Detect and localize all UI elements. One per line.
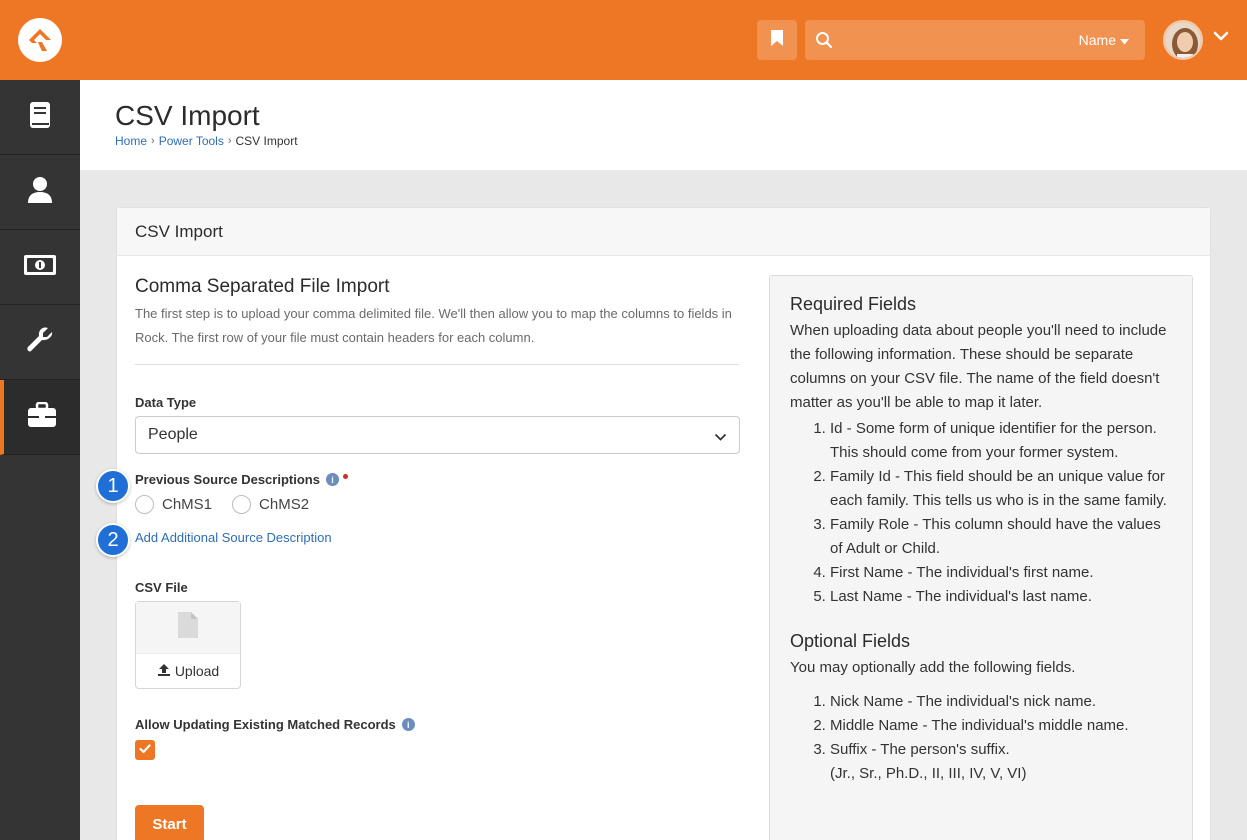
callout-badge-1: 1 (96, 469, 130, 503)
person-icon (27, 176, 53, 209)
chevron-right-icon: › (227, 135, 232, 147)
sidebar (0, 80, 80, 840)
field-info-box: Required Fields When uploading data abou… (769, 275, 1193, 840)
required-fields-list: Id - Some form of unique identifier for … (790, 417, 1172, 609)
callout-badge-2: 2 (96, 523, 130, 557)
search-filter-dropdown[interactable]: Name (1079, 32, 1129, 48)
info-icon[interactable]: i (401, 718, 415, 731)
list-item: First Name - The individual's first name… (830, 561, 1172, 585)
breadcrumb-home[interactable]: Home (115, 134, 147, 148)
previous-source-label: Previous Source Descriptions (135, 472, 320, 487)
money-icon (23, 254, 57, 281)
optional-fields-intro: You may optionally add the following fie… (790, 659, 1076, 676)
radio-button[interactable] (232, 495, 252, 514)
upload-button[interactable]: Upload (136, 654, 240, 688)
radio-label: ChMS1 (162, 496, 213, 513)
optional-fields-title: Optional Fields (790, 631, 911, 651)
top-bar: Name (0, 0, 1247, 80)
list-item: Family Id - This field should be an uniq… (830, 465, 1172, 513)
data-type-label: Data Type (135, 395, 197, 410)
caret-down-icon (1120, 32, 1129, 48)
book-icon (28, 101, 52, 134)
form-title: Comma Separated File Import (135, 276, 390, 297)
radio-label: ChMS2 (259, 496, 310, 513)
radio-button[interactable] (135, 495, 154, 514)
divider (135, 364, 739, 365)
previous-source-group: Previous Source Descriptions i ChMS1 ChM… (135, 472, 739, 514)
required-indicator (342, 474, 348, 479)
sidebar-item-content[interactable] (0, 80, 80, 155)
list-item: Id - Some form of unique identifier for … (830, 417, 1172, 465)
csv-file-group: CSV File Upload (135, 580, 739, 689)
file-icon (177, 611, 199, 644)
list-item: Family Role - This column should have th… (830, 513, 1172, 561)
breadcrumb: Home › Power Tools › CSV Import (115, 134, 298, 148)
optional-fields-list: Nick Name - The individual's nick name. … (790, 690, 1172, 786)
allow-update-checkbox[interactable] (135, 740, 155, 760)
csv-import-panel: CSV Import Comma Separated File Import T… (116, 207, 1211, 840)
previous-source-label-row: Previous Source Descriptions i (135, 472, 739, 487)
list-item: Middle Name - The individual's middle na… (830, 714, 1172, 738)
rock-logo-icon[interactable] (18, 18, 62, 62)
briefcase-icon (27, 401, 57, 433)
allow-update-group: Allow Updating Existing Matched Records … (135, 717, 739, 760)
list-item: Suffix - The person's suffix. (Jr., Sr.,… (830, 738, 1172, 786)
form-description: The first step is to upload your comma d… (135, 306, 732, 345)
list-item-text: Suffix - The person's suffix. (830, 741, 1010, 758)
search-filter-label: Name (1078, 32, 1116, 48)
panel-heading: CSV Import (117, 208, 1210, 256)
allow-update-label-row: Allow Updating Existing Matched Records … (135, 717, 739, 732)
start-button[interactable]: Start (135, 805, 204, 840)
bookmark-button[interactable] (757, 20, 797, 60)
sidebar-item-admin-tools[interactable] (0, 305, 80, 380)
sidebar-item-tools[interactable] (0, 380, 80, 455)
sidebar-item-finance[interactable] (0, 230, 80, 305)
suffix-note: (Jr., Sr., Ph.D., II, III, IV, V, VI) (830, 765, 1027, 782)
add-source-description-link[interactable]: Add Additional Source Description (135, 530, 332, 545)
allow-update-label: Allow Updating Existing Matched Records (135, 717, 396, 732)
breadcrumb-power-tools[interactable]: Power Tools (159, 134, 224, 148)
avatar[interactable] (1163, 20, 1203, 60)
required-fields-title: Required Fields (790, 294, 917, 314)
data-type-group: Data Type People (135, 395, 740, 454)
csv-file-label: CSV File (135, 580, 188, 595)
file-upload-box[interactable]: Upload (135, 601, 241, 689)
import-form: Comma Separated File Import The first st… (135, 276, 740, 840)
page-title: CSV Import (115, 100, 260, 131)
list-item: Nick Name - The individual's nick name. (830, 690, 1172, 714)
data-type-select[interactable]: People (135, 416, 740, 454)
search-input[interactable] (845, 20, 1065, 60)
page-header: CSV Import Home › Power Tools › CSV Impo… (80, 80, 1247, 170)
chevron-down-icon[interactable] (1213, 30, 1229, 48)
source-radio-group: ChMS1 ChMS2 (135, 495, 739, 514)
radio-chms2[interactable]: ChMS2 (232, 495, 309, 514)
file-placeholder (136, 602, 240, 654)
bookmark-icon (770, 29, 784, 52)
data-type-value: People (148, 426, 198, 443)
chevron-down-icon (714, 429, 727, 447)
search-icon (815, 31, 833, 54)
upload-icon (157, 663, 171, 680)
sidebar-item-people[interactable] (0, 155, 80, 230)
radio-chms1[interactable]: ChMS1 (135, 495, 212, 514)
search-box[interactable]: Name (805, 20, 1145, 60)
required-fields-intro: When uploading data about people you'll … (790, 322, 1167, 411)
checkmark-icon (139, 741, 151, 759)
info-icon[interactable]: i (325, 473, 339, 486)
wrench-icon (26, 326, 54, 359)
chevron-right-icon: › (151, 135, 155, 147)
breadcrumb-current: CSV Import (235, 134, 298, 148)
upload-label: Upload (174, 663, 220, 679)
list-item: Last Name - The individual's last name. (830, 585, 1172, 609)
